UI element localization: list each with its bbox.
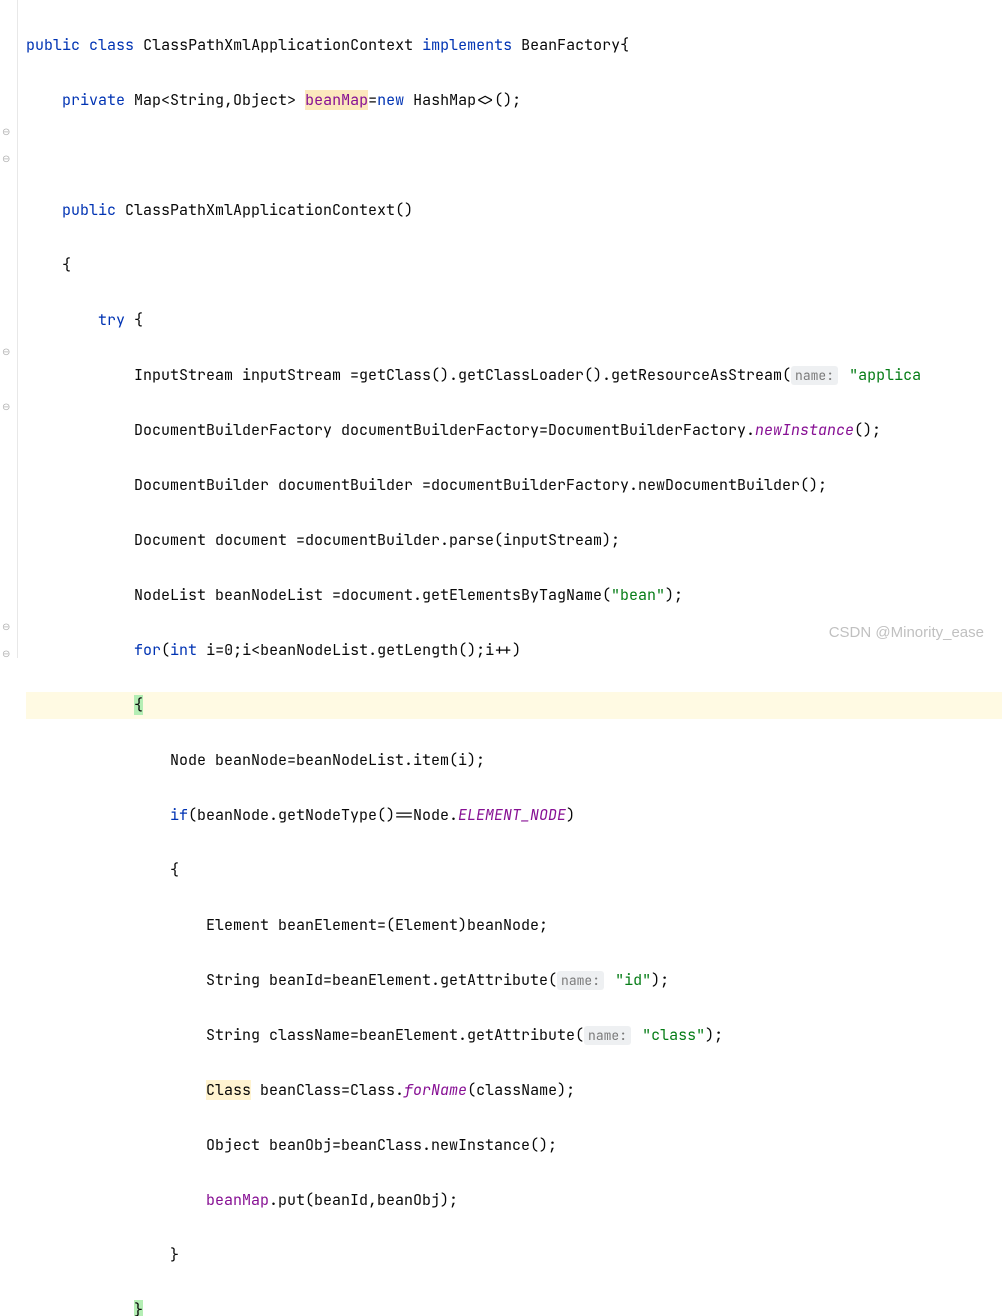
code-line: String className=beanElement.getAttribut… [26,1022,1002,1050]
code-line: private Map<String,Object> beanMap=new H… [26,87,1002,115]
code-line: Element beanElement=(Element)beanNode; [26,912,1002,940]
code-line: { [26,252,1002,280]
code-line: for(int i=0;i<beanNodeList.getLength();i… [26,637,1002,665]
code-line: beanMap.put(beanId,beanObj); [26,1187,1002,1215]
fold-icon[interactable]: ⊖ [2,338,14,350]
fold-icon[interactable]: ⊖ [2,145,14,157]
code-content[interactable]: public class ClassPathXmlApplicationCont… [18,0,1002,658]
code-line: InputStream inputStream =getClass().getC… [26,362,1002,390]
code-line: try { [26,307,1002,335]
code-line: Node beanNode=beanNodeList.item(i); [26,747,1002,775]
code-line: public class ClassPathXmlApplicationCont… [26,32,1002,60]
fold-icon[interactable]: ⊖ [2,640,14,652]
warning-highlight: Class [206,1080,251,1100]
code-line: Class beanClass=Class.forName(className)… [26,1077,1002,1105]
brace-match: } [134,1300,143,1316]
brace-match: { [134,695,143,715]
code-line: String beanId=beanElement.getAttribute(n… [26,967,1002,995]
code-line: } [26,1242,1002,1270]
code-line: public ClassPathXmlApplicationContext() [26,197,1002,225]
code-line: DocumentBuilder documentBuilder =documen… [26,472,1002,500]
code-line: Document document =documentBuilder.parse… [26,527,1002,555]
code-line: { [26,857,1002,885]
code-line [26,142,1002,170]
code-editor[interactable]: ⊖ ⊖ ⊖ ⊖ ⊖ ⊖ public class ClassPathXmlApp… [0,0,1002,658]
fold-icon[interactable]: ⊖ [2,613,14,625]
editor-gutter: ⊖ ⊖ ⊖ ⊖ ⊖ ⊖ [0,0,18,658]
code-line-active: { [26,692,1002,720]
param-hint: name: [557,971,604,990]
code-line: if(beanNode.getNodeType()==Node.ELEMENT_… [26,802,1002,830]
code-line: } [26,1297,1002,1316]
param-hint: name: [584,1026,631,1045]
fold-icon[interactable]: ⊖ [2,118,14,130]
code-line: DocumentBuilderFactory documentBuilderFa… [26,417,1002,445]
param-hint: name: [791,366,838,385]
fold-icon[interactable]: ⊖ [2,393,14,405]
code-line: NodeList beanNodeList =document.getEleme… [26,582,1002,610]
code-line: Object beanObj=beanClass.newInstance(); [26,1132,1002,1160]
